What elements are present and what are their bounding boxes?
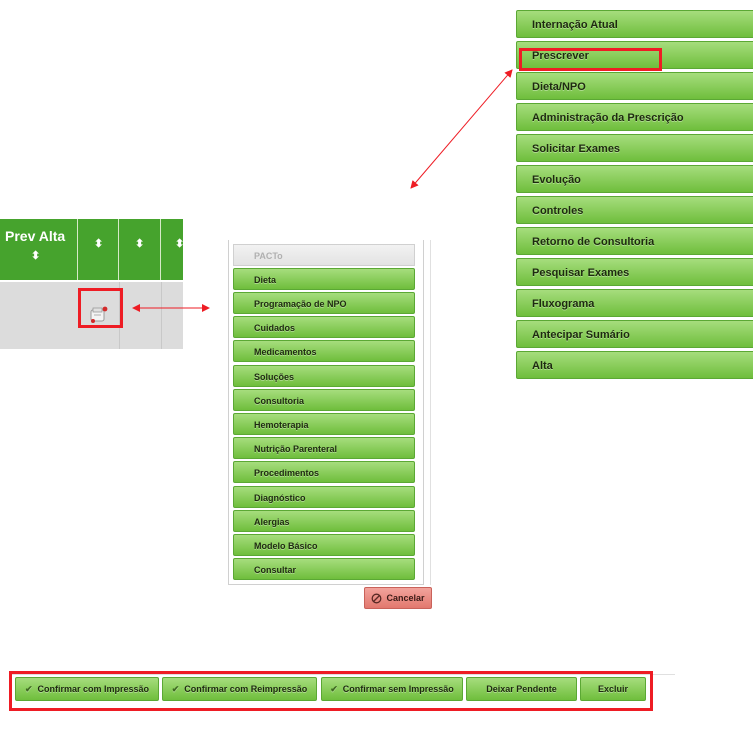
double-arrow-icon <box>410 69 513 189</box>
annotation-arrows <box>132 69 513 312</box>
